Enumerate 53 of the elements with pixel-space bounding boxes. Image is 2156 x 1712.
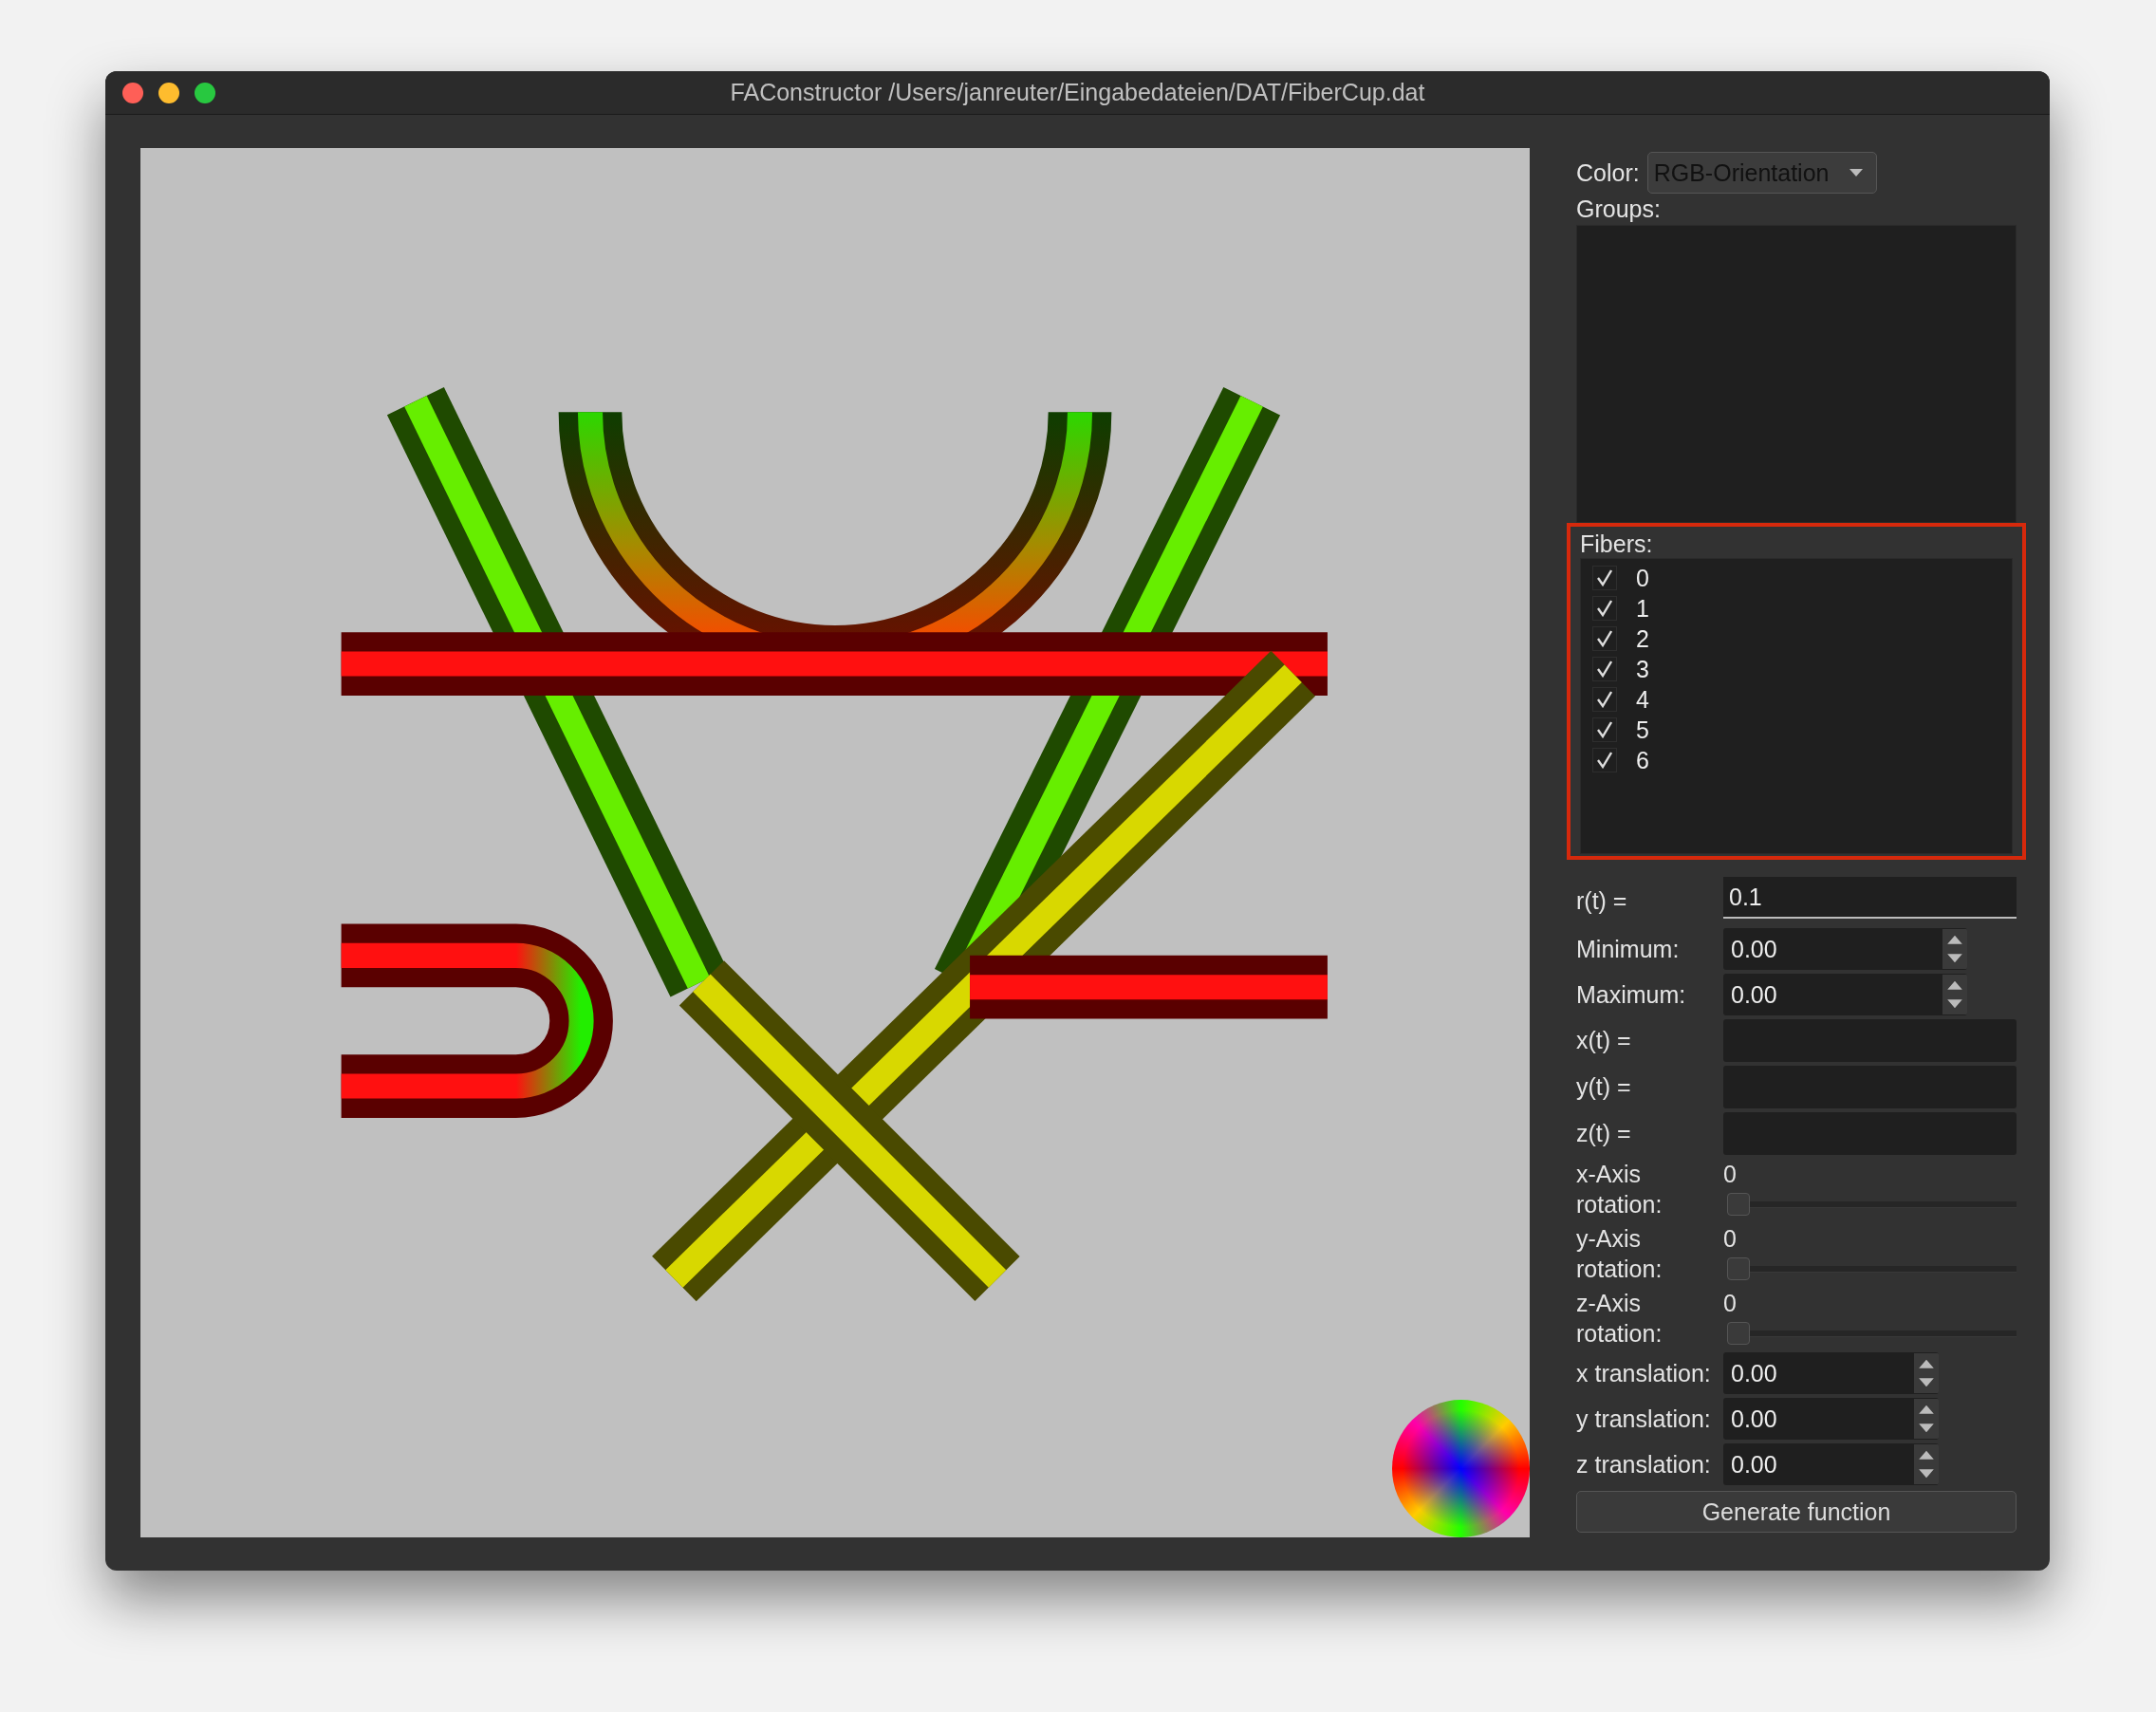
spin-box[interactable]: 0.00 — [1723, 928, 1967, 970]
spin-arrows-icon — [1942, 975, 1967, 1014]
fiber-label: 2 — [1636, 624, 1649, 653]
translation-label: y translation: — [1576, 1405, 1712, 1433]
zoom-button[interactable] — [195, 83, 215, 103]
color-label: Color: — [1576, 158, 1640, 187]
rotation-value: 0 — [1723, 1160, 1738, 1189]
checkbox[interactable] — [1592, 717, 1617, 742]
range-label: Minimum: — [1576, 935, 1681, 963]
groups-label: Groups: — [1576, 195, 1662, 223]
checkbox[interactable] — [1592, 626, 1617, 651]
rotation-value: 0 — [1723, 1224, 1738, 1254]
close-button[interactable] — [122, 83, 143, 103]
translation-label: z translation: — [1576, 1450, 1712, 1479]
fiber-label: 6 — [1636, 746, 1649, 774]
rotation-label: x-Axis rotation: — [1576, 1160, 1663, 1219]
3d-viewport[interactable] — [140, 148, 1530, 1537]
rotation-value: 0 — [1723, 1289, 1738, 1318]
function-label: x(t) = — [1576, 1027, 1632, 1054]
rotation-label: z-Axis rotation: — [1576, 1289, 1663, 1349]
caret-icon — [1849, 169, 1864, 177]
spin-arrows-icon — [1914, 1353, 1939, 1393]
spin-box[interactable]: 0.00 — [1723, 974, 1967, 1015]
fiber-label: 0 — [1636, 564, 1649, 592]
spin-arrows-icon — [1914, 1444, 1939, 1484]
radius-field[interactable]: 0.1 — [1723, 877, 2017, 919]
fibers-label: Fibers: — [1580, 530, 1654, 558]
fiber-label: 1 — [1636, 594, 1649, 623]
slider-handle[interactable] — [1727, 1322, 1750, 1345]
minimize-button[interactable] — [158, 83, 179, 103]
slider-handle[interactable] — [1727, 1257, 1750, 1280]
range-label: Maximum: — [1576, 980, 1687, 1009]
window-title: FAConstructor /Users/janreuter/Eingabedateien/DAT/FiberCup.dat — [730, 79, 1425, 106]
checkbox[interactable] — [1592, 687, 1617, 712]
checkbox[interactable] — [1592, 657, 1617, 681]
function-label: z(t) = — [1576, 1120, 1632, 1147]
fiber-label: 5 — [1636, 716, 1649, 744]
checkbox[interactable] — [1592, 748, 1617, 772]
radius-label: r(t) = — [1576, 886, 1628, 915]
spin-box[interactable]: 0.00 — [1723, 1352, 1939, 1394]
slider-handle[interactable] — [1727, 1193, 1750, 1216]
checkbox[interactable] — [1592, 596, 1617, 621]
translation-label: x translation: — [1576, 1359, 1712, 1387]
spin-arrows-icon — [1914, 1399, 1939, 1439]
checkbox[interactable] — [1592, 566, 1617, 590]
spin-arrows-icon — [1942, 929, 1967, 969]
generate-function-button[interactable]: Generate function — [1576, 1491, 2017, 1533]
spin-box[interactable]: 0.00 — [1723, 1398, 1939, 1440]
function-label: y(t) = — [1576, 1073, 1632, 1101]
fiber-label: 4 — [1636, 685, 1649, 714]
spin-box[interactable]: 0.00 — [1723, 1443, 1939, 1485]
fiber-label: 3 — [1636, 655, 1649, 683]
rotation-label: y-Axis rotation: — [1576, 1224, 1663, 1284]
